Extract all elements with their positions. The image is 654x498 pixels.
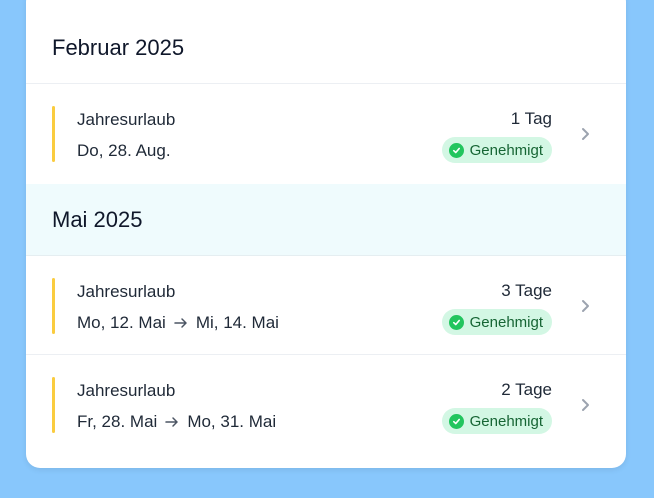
check-circle-icon [448, 142, 464, 158]
leave-type-label: Jahresurlaub [77, 110, 176, 129]
leave-entry-row[interactable]: Jahresurlaub Mo, 12. Mai Mi, 14. Mai 3 T… [26, 256, 626, 355]
leave-dates: Do, 28. Aug. [77, 141, 171, 161]
leave-type-accent-bar [52, 377, 55, 433]
status-label: Genehmigt [469, 141, 543, 159]
arrow-right-icon [174, 318, 187, 328]
arrow-right-icon [165, 417, 179, 427]
leave-start-date: Fr, 28. Mai [77, 412, 158, 431]
leave-type-label: Jahresurlaub [77, 381, 176, 400]
leave-entry-row[interactable]: Jahresurlaub Fr, 28. Mai Mo, 31. Mai 2 T… [26, 355, 626, 454]
month-header-february: Februar 2025 [26, 0, 626, 84]
leave-requests-card: Februar 2025 Jahresurlaub Do, 28. Aug. 1… [26, 0, 626, 468]
leave-duration: 3 Tage [501, 281, 552, 300]
status-label: Genehmigt [469, 313, 543, 331]
leave-start-date: Do, 28. Aug. [77, 141, 171, 160]
month-title: Mai 2025 [52, 207, 143, 232]
month-header-may: Mai 2025 [26, 184, 626, 256]
chevron-right-icon[interactable] [578, 125, 592, 143]
leave-end-date: Mi, 14. Mai [195, 313, 279, 332]
leave-type-accent-bar [52, 106, 55, 162]
check-circle-icon [448, 314, 464, 330]
leave-entry-row[interactable]: Jahresurlaub Do, 28. Aug. 1 Tag Genehmig… [26, 84, 626, 184]
leave-duration: 1 Tag [510, 109, 552, 128]
check-circle-icon [448, 413, 464, 429]
leave-type-accent-bar [52, 278, 55, 334]
leave-dates: Mo, 12. Mai Mi, 14. Mai [77, 313, 279, 333]
status-label: Genehmigt [469, 412, 543, 430]
leave-start-date: Mo, 12. Mai [77, 313, 166, 332]
leave-type-label: Jahresurlaub [77, 282, 176, 301]
chevron-right-icon[interactable] [578, 297, 592, 315]
status-badge: Genehmigt [441, 309, 552, 335]
status-badge: Genehmigt [441, 137, 552, 163]
status-badge: Genehmigt [441, 408, 552, 434]
month-title: Februar 2025 [52, 35, 185, 60]
leave-duration: 2 Tage [501, 380, 552, 399]
leave-end-date: Mo, 31. Mai [187, 412, 277, 431]
chevron-right-icon[interactable] [578, 396, 592, 414]
leave-dates: Fr, 28. Mai Mo, 31. Mai [77, 412, 276, 432]
